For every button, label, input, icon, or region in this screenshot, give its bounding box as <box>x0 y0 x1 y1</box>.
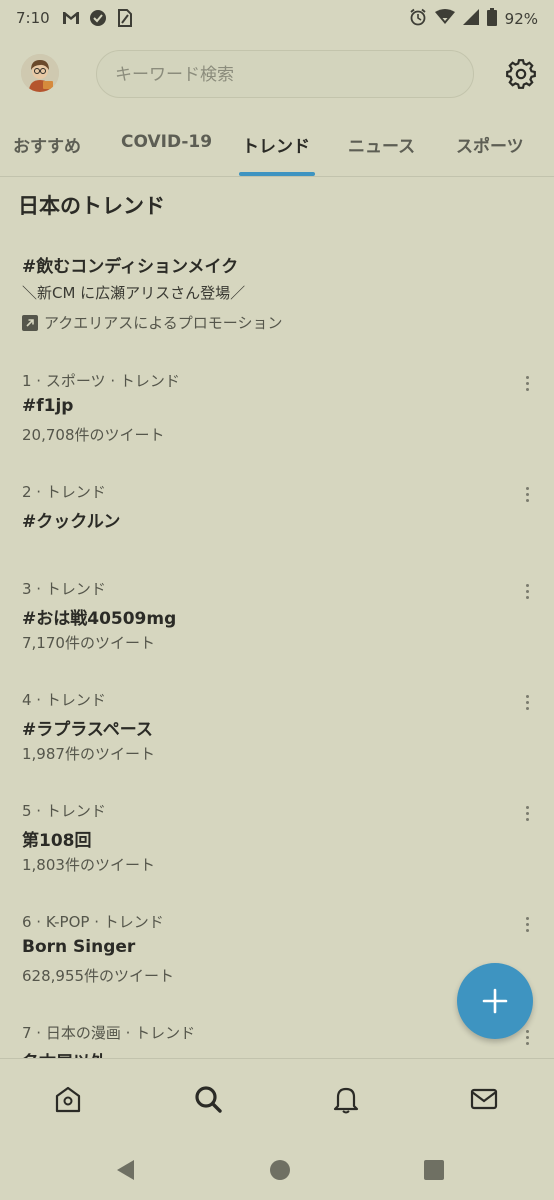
trend-name: #ラプラスペース <box>22 720 153 740</box>
trend-count: 20,708件のツイート <box>22 426 165 444</box>
tab-trend[interactable]: トレンド <box>242 132 310 157</box>
trend-meta: 2 · トレンド <box>22 483 106 501</box>
signal-icon <box>462 9 479 29</box>
status-time: 7:10 <box>16 9 50 27</box>
search-icon[interactable] <box>192 1083 224 1115</box>
tab-bar: おすすめ COVID-19 トレンド ニュース スポーツ <box>0 126 554 177</box>
tab-sports[interactable]: スポーツ <box>456 132 524 157</box>
more-options-icon[interactable] <box>518 483 536 505</box>
trend-name: #おは戦40509mg <box>22 609 177 629</box>
gmail-icon <box>62 9 80 27</box>
promoted-by: アクエリアスによるプロモーション <box>22 312 283 333</box>
trend-name: 名古屋以外 <box>22 1048 107 1058</box>
trend-count: 1,987件のツイート <box>22 745 155 763</box>
more-options-icon[interactable] <box>518 691 536 713</box>
trend-name: 第108回 <box>22 831 92 851</box>
trend-name: Born Singer <box>22 937 136 957</box>
trend-meta: 7 · 日本の漫画 · トレンド <box>22 1024 196 1042</box>
more-options-icon[interactable] <box>518 913 536 935</box>
search-input[interactable] <box>113 51 457 99</box>
battery-icon <box>486 8 497 30</box>
trend-count: 7,170件のツイート <box>22 634 155 652</box>
avatar[interactable] <box>21 54 59 92</box>
active-tab-indicator <box>239 172 315 176</box>
tab-recommended[interactable]: おすすめ <box>13 132 81 157</box>
tab-news[interactable]: ニュース <box>348 132 415 157</box>
promoted-icon <box>22 314 38 331</box>
system-nav <box>0 1140 554 1200</box>
promoted-subtitle: ＼新CM に広瀬アリスさん登場／ <box>22 284 246 302</box>
trend-count: 628,955件のツイート <box>22 967 175 985</box>
status-bar: 7:10 92% <box>0 0 554 38</box>
sim-icon <box>116 9 134 27</box>
back-icon[interactable] <box>114 1158 138 1182</box>
more-options-icon[interactable] <box>518 580 536 602</box>
trend-name: #クックルン <box>22 512 121 532</box>
section-title: 日本のトレンド <box>18 194 165 218</box>
more-options-icon[interactable] <box>518 1026 536 1048</box>
tab-covid[interactable]: COVID-19 <box>121 132 212 152</box>
promoted-title: #飲むコンディションメイク <box>22 257 239 277</box>
trend-meta: 1 · スポーツ · トレンド <box>22 372 180 390</box>
top-bar <box>0 44 554 106</box>
home-circle-icon[interactable] <box>268 1158 292 1182</box>
bottom-nav <box>0 1058 554 1141</box>
trend-name: #f1jp <box>22 396 74 416</box>
promoted-label: アクエリアスによるプロモーション <box>44 314 283 332</box>
shield-check-icon <box>89 9 107 27</box>
trend-meta: 5 · トレンド <box>22 802 106 820</box>
more-options-icon[interactable] <box>518 802 536 824</box>
plus-icon <box>482 988 508 1014</box>
battery-percent: 92% <box>504 10 538 28</box>
more-options-icon[interactable] <box>518 372 536 394</box>
mail-icon[interactable] <box>468 1083 500 1115</box>
trend-count: 1,803件のツイート <box>22 856 155 874</box>
trend-meta: 3 · トレンド <box>22 580 106 598</box>
recents-icon[interactable] <box>422 1158 446 1182</box>
gear-icon[interactable] <box>506 59 536 89</box>
search-box[interactable] <box>96 50 474 99</box>
wifi-icon <box>434 9 455 29</box>
home-icon[interactable] <box>52 1083 84 1115</box>
trend-meta: 6 · K-POP · トレンド <box>22 913 164 931</box>
bell-icon[interactable] <box>330 1083 362 1115</box>
compose-button[interactable] <box>457 963 533 1039</box>
alarm-icon <box>409 8 427 30</box>
trend-meta: 4 · トレンド <box>22 691 106 709</box>
